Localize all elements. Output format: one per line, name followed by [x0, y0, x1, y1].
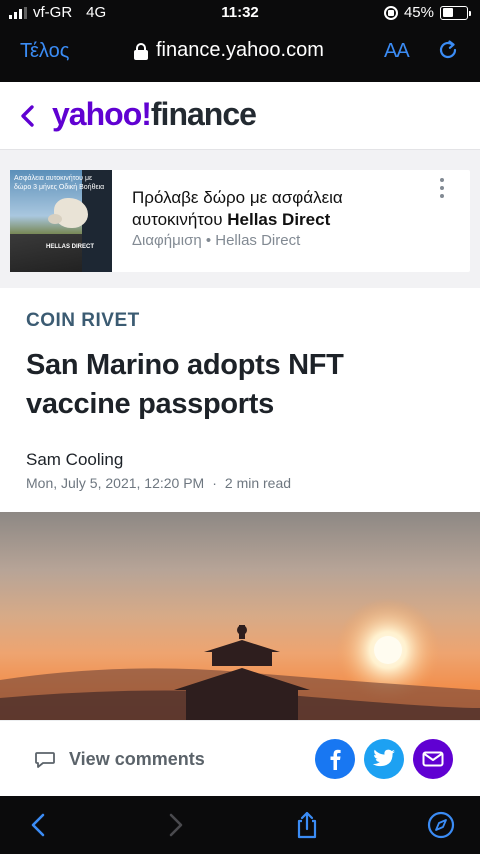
site-header: yahoo!finance [0, 82, 480, 150]
comment-bubble-icon[interactable] [34, 751, 56, 769]
facebook-share-button[interactable] [315, 739, 355, 779]
view-comments-button[interactable]: View comments [69, 749, 205, 770]
article-dateline: Mon, July 5, 2021, 12:20 PM · 2 min read [26, 475, 291, 491]
dateline-separator: · [212, 475, 217, 491]
back-arrow-icon[interactable] [24, 810, 54, 840]
ad-thumbnail: Ασφάλεια αυτοκινήτου με δώρο 3 μήνες Οδι… [10, 170, 112, 272]
logo-finance: finance [150, 96, 257, 132]
article-hero-image [0, 512, 480, 720]
dog-image [48, 198, 88, 228]
ad-options-icon[interactable] [438, 178, 446, 198]
address-field[interactable]: finance.yahoo.com [134, 39, 324, 62]
twitter-share-button[interactable] [364, 739, 404, 779]
article-author: Sam Cooling [26, 450, 124, 469]
email-share-button[interactable] [413, 739, 453, 779]
facebook-icon [330, 749, 341, 770]
read-time: 2 min read [224, 475, 292, 491]
forward-arrow-icon[interactable] [160, 810, 190, 840]
browser-toolbar [0, 796, 480, 854]
ad-thumbnail-brand: HELLAS DIRECT [46, 244, 94, 250]
comments-bar: View comments [0, 720, 480, 796]
browser-url-bar: Τέλος finance.yahoo.com AA [0, 26, 480, 82]
logo-yahoo: yahoo! [52, 96, 152, 132]
yahoo-finance-logo[interactable]: yahoo!finance [52, 96, 257, 133]
done-button[interactable]: Τέλος [20, 40, 69, 63]
status-bar: vf-GR 4G 11:32 45% [0, 0, 480, 26]
padlock-icon [134, 42, 148, 60]
ad-sponsor-label: Διαφήμιση • Hellas Direct [132, 232, 301, 249]
url-text: finance.yahoo.com [156, 39, 324, 61]
article-headline: San Marino adopts NFT vaccine passports [26, 349, 344, 420]
battery-fill [442, 8, 453, 17]
publisher-name[interactable]: COIN RIVET [26, 310, 140, 332]
text-size-label: AA [384, 40, 410, 62]
ad-thumbnail-text: Ασφάλεια αυτοκινήτου με δώρο 3 μήνες Οδι… [14, 175, 105, 191]
text-size-button[interactable]: AA [384, 40, 410, 63]
rotation-lock-icon [383, 5, 398, 20]
battery-percent: 45% [403, 4, 434, 21]
ad-title-brand: Hellas Direct [227, 210, 331, 229]
reload-icon[interactable] [436, 38, 460, 62]
status-right: 45% [383, 4, 471, 21]
battery-icon [440, 5, 471, 20]
back-chevron-icon[interactable] [18, 104, 38, 128]
compass-icon[interactable] [426, 810, 456, 840]
ad-card[interactable]: Ασφάλεια αυτοκινήτου με δώρο 3 μήνες Οδι… [10, 170, 470, 272]
share-icon[interactable] [292, 810, 322, 840]
mail-icon [422, 751, 444, 767]
ad-title: Πρόλαβε δώρο με ασφάλεια αυτοκινήτου Hel… [132, 187, 432, 231]
sunset-pagoda-image [0, 598, 480, 720]
twitter-icon [372, 749, 395, 767]
article-date: Mon, July 5, 2021, 12:20 PM [26, 475, 205, 491]
